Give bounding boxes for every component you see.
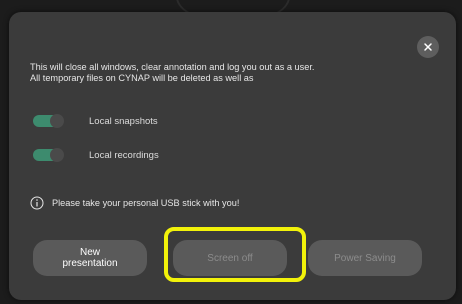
message-line-1: This will close all windows, clear annot… xyxy=(30,62,315,72)
screen-off-button[interactable]: Screen off xyxy=(173,240,287,276)
local-recordings-toggle[interactable] xyxy=(33,148,64,162)
local-snapshots-toggle[interactable] xyxy=(33,114,64,128)
toggle-knob xyxy=(50,114,64,128)
option-local-recordings: Local recordings xyxy=(33,148,159,162)
power-saving-label: Power Saving xyxy=(334,252,396,264)
close-button[interactable] xyxy=(417,36,439,58)
usb-reminder-text: Please take your personal USB stick with… xyxy=(52,198,240,208)
new-presentation-button[interactable]: New presentation xyxy=(33,240,147,276)
power-saving-button[interactable]: Power Saving xyxy=(308,240,422,276)
local-recordings-label: Local recordings xyxy=(89,149,159,161)
new-presentation-label-line2: presentation xyxy=(62,258,118,269)
toggle-knob xyxy=(50,148,64,162)
message-line-2: All temporary files on CYNAP will be del… xyxy=(30,73,254,83)
new-presentation-label-line1: New xyxy=(79,247,100,258)
screen-off-label: Screen off xyxy=(207,252,253,264)
info-icon xyxy=(30,196,44,210)
dialog-message: This will close all windows, clear annot… xyxy=(30,62,420,84)
local-snapshots-label: Local snapshots xyxy=(89,115,158,127)
option-local-snapshots: Local snapshots xyxy=(33,114,158,128)
close-icon xyxy=(423,42,433,52)
usb-reminder: Please take your personal USB stick with… xyxy=(30,196,239,210)
